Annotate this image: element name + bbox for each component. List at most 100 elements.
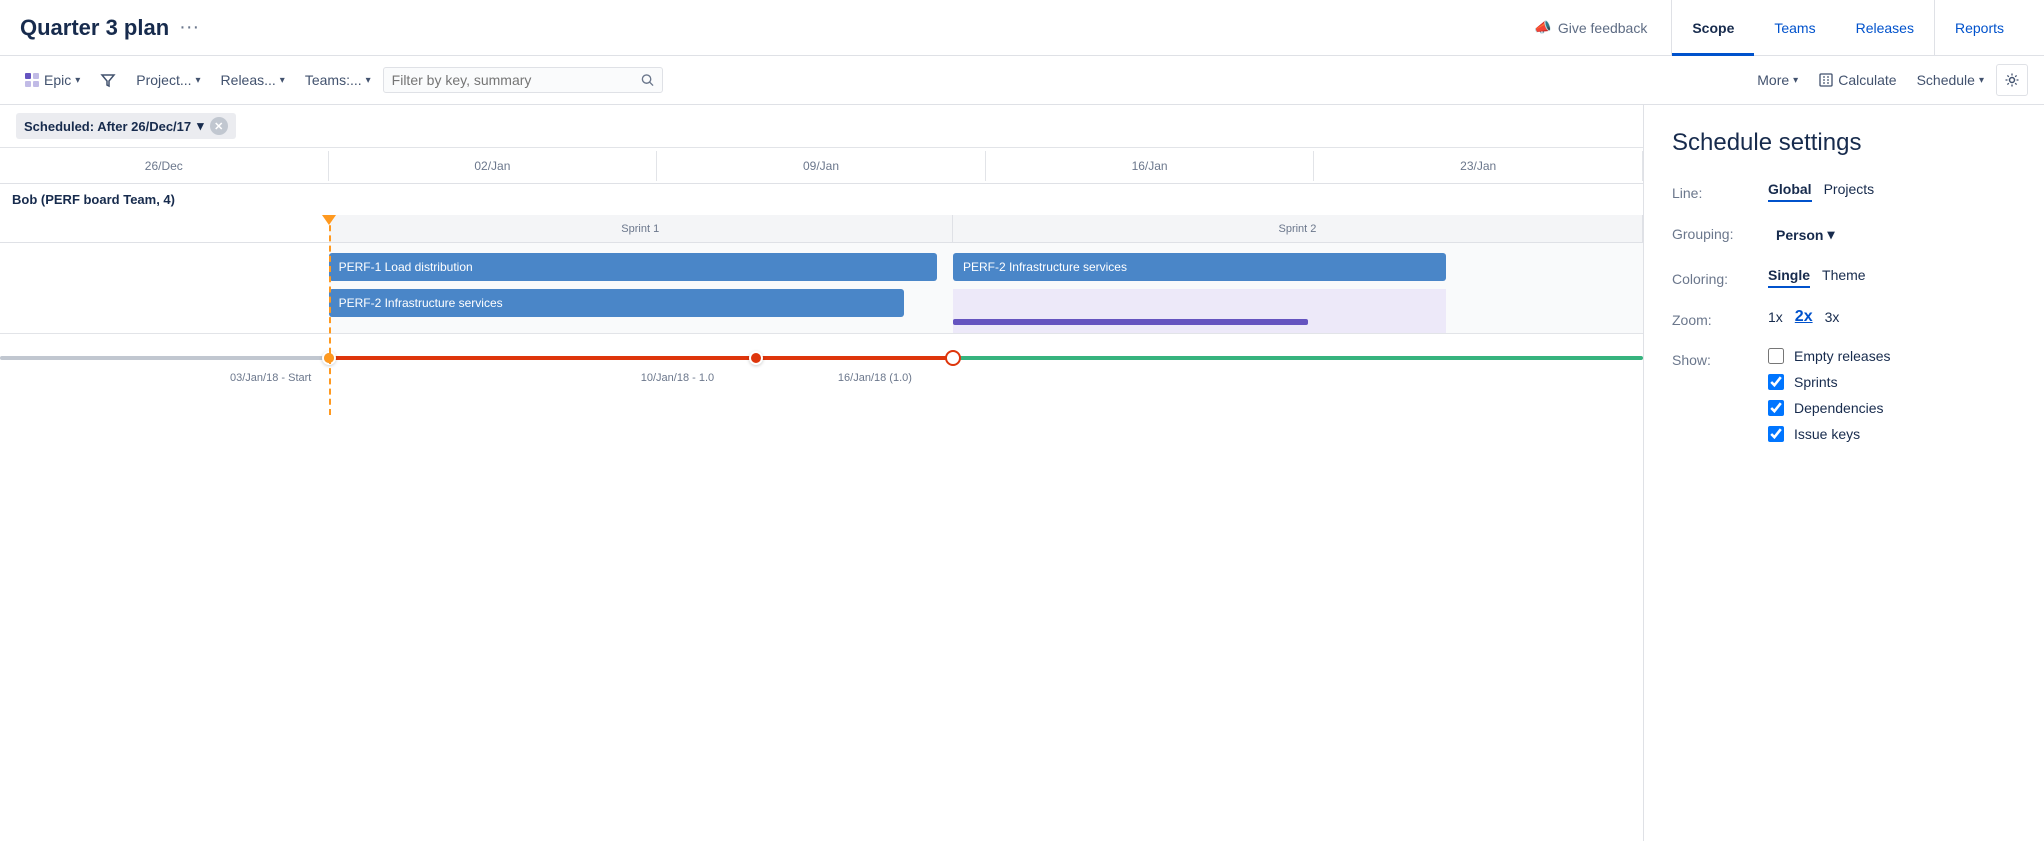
- line-label: Line:: [1672, 181, 1752, 201]
- velocity-red-track: [329, 356, 756, 360]
- zoom-1x-option[interactable]: 1x: [1768, 309, 1783, 325]
- releases-chevron-icon: ▾: [280, 75, 285, 86]
- tab-scope[interactable]: Scope: [1672, 0, 1754, 56]
- more-options-button[interactable]: ···: [179, 16, 199, 39]
- grouping-dropdown[interactable]: Person ▾: [1768, 222, 1843, 247]
- tab-releases[interactable]: Releases: [1836, 0, 1934, 56]
- releases-filter-button[interactable]: Releas... ▾: [213, 67, 293, 93]
- velocity-end-dot: [945, 350, 961, 366]
- filter-bar: Scheduled: After 26/Dec/17 ▾ ✕: [0, 105, 1643, 148]
- show-sprints-row: Sprints: [1768, 374, 1890, 390]
- filter-button[interactable]: [92, 67, 124, 93]
- active-filter-chip[interactable]: Scheduled: After 26/Dec/17 ▾ ✕: [16, 113, 236, 139]
- teams-filter-button[interactable]: Teams:... ▾: [297, 67, 379, 93]
- coloring-options: Single Theme: [1768, 267, 1866, 288]
- settings-zoom-row: Zoom: 1x 2x 3x: [1672, 308, 2016, 328]
- search-input[interactable]: [392, 72, 635, 88]
- main-layout: Scheduled: After 26/Dec/17 ▾ ✕ 26/Dec 02…: [0, 105, 2044, 841]
- coloring-label: Coloring:: [1672, 267, 1752, 287]
- filter-chip-close-button[interactable]: ✕: [210, 117, 228, 135]
- line-options: Global Projects: [1768, 181, 1874, 202]
- show-empty-releases-row: Empty releases: [1768, 348, 1890, 364]
- nav-tabs: Scope Teams Releases Reports: [1671, 0, 2024, 56]
- velocity-label-mid: 10/Jan/18 - 1.0: [641, 372, 714, 384]
- filter-icon: [100, 72, 116, 88]
- top-nav: Quarter 3 plan ··· 📣 Give feedback Scope…: [0, 0, 2044, 56]
- coloring-single-option[interactable]: Single: [1768, 267, 1810, 288]
- line-projects-option[interactable]: Projects: [1824, 181, 1875, 202]
- tab-teams[interactable]: Teams: [1754, 0, 1835, 56]
- show-sprints-checkbox[interactable]: [1768, 374, 1784, 390]
- show-empty-releases-label: Empty releases: [1794, 348, 1890, 364]
- settings-line-row: Line: Global Projects: [1672, 181, 2016, 202]
- calculate-button[interactable]: Calculate: [1810, 67, 1904, 93]
- team-label: Bob (PERF board Team, 4): [0, 184, 1643, 215]
- velocity-green-track: [953, 356, 1643, 360]
- date-col-3: 09/Jan: [657, 151, 986, 181]
- sprint1-section: Sprint 1: [329, 215, 953, 242]
- settings-coloring-row: Coloring: Single Theme: [1672, 267, 2016, 288]
- grouping-value: Person: [1776, 227, 1823, 243]
- more-button[interactable]: More ▾: [1749, 67, 1806, 93]
- feedback-label: Give feedback: [1558, 20, 1648, 36]
- project-filter-button[interactable]: Project... ▾: [128, 67, 208, 93]
- search-icon: [641, 73, 654, 87]
- date-col-2: 02/Jan: [329, 151, 658, 181]
- more-chevron-icon: ▾: [1793, 75, 1798, 86]
- teams-chevron-icon: ▾: [366, 75, 371, 86]
- timeline-header: 26/Dec 02/Jan 09/Jan 16/Jan 23/Jan: [0, 148, 1643, 184]
- settings-panel: Schedule settings Line: Global Projects …: [1644, 105, 2044, 841]
- filter-chip-arrow: ▾: [197, 118, 204, 134]
- sprint2-section: Sprint 2: [953, 215, 1643, 242]
- date-col-5: 23/Jan: [1314, 151, 1643, 181]
- velocity-label-end: 16/Jan/18 (1.0): [838, 372, 912, 384]
- coloring-theme-option[interactable]: Theme: [1822, 267, 1866, 288]
- zoom-options: 1x 2x 3x: [1768, 308, 1839, 326]
- perf1-label: PERF-1 Load distribution: [339, 260, 473, 274]
- epic-chevron-icon: ▾: [75, 75, 80, 86]
- settings-show-row: Show: Empty releases Sprints Dependencie…: [1672, 348, 2016, 452]
- gantt-content: Bob (PERF board Team, 4) Sprint 1 Sprint…: [0, 184, 1643, 413]
- toolbar: Epic ▾ Project... ▾ Releas... ▾ Teams:..…: [0, 56, 2044, 105]
- sprint-headers: Sprint 1 Sprint 2: [0, 215, 1643, 243]
- show-issue-keys-row: Issue keys: [1768, 426, 1890, 442]
- show-options: Empty releases Sprints Dependencies Issu…: [1768, 348, 1890, 452]
- show-sprints-label: Sprints: [1794, 374, 1838, 390]
- zoom-3x-option[interactable]: 3x: [1825, 309, 1840, 325]
- velocity-red-track2: [756, 356, 953, 360]
- zoom-label: Zoom:: [1672, 308, 1752, 328]
- bars-area: PERF-1 Load distribution PERF-2 Infrastr…: [0, 243, 1643, 333]
- show-dependencies-row: Dependencies: [1768, 400, 1890, 416]
- purple-bar: [953, 319, 1308, 325]
- settings-title: Schedule settings: [1672, 129, 2016, 157]
- schedule-chevron-icon: ▾: [1979, 75, 1984, 86]
- perf2-sprint2-label: PERF-2 Infrastructure services: [963, 260, 1127, 274]
- settings-button[interactable]: [1996, 64, 2028, 96]
- calculate-icon: [1818, 72, 1834, 88]
- feedback-button[interactable]: 📣 Give feedback: [1534, 19, 1647, 36]
- search-box: [383, 67, 663, 93]
- epic-view-button[interactable]: Epic ▾: [16, 67, 88, 93]
- gear-icon: [2004, 72, 2020, 88]
- perf2-bar-sprint1[interactable]: PERF-2 Infrastructure services: [329, 289, 904, 317]
- filter-chip-label: Scheduled: After 26/Dec/17: [24, 119, 191, 134]
- sprint2-label: Sprint 2: [1279, 223, 1317, 235]
- perf1-bar[interactable]: PERF-1 Load distribution: [329, 253, 937, 281]
- tab-reports[interactable]: Reports: [1934, 0, 2024, 56]
- epic-icon: [24, 72, 40, 88]
- zoom-2x-option[interactable]: 2x: [1795, 308, 1813, 326]
- show-label: Show:: [1672, 348, 1752, 368]
- show-dependencies-checkbox[interactable]: [1768, 400, 1784, 416]
- show-dependencies-label: Dependencies: [1794, 400, 1884, 416]
- show-issue-keys-checkbox[interactable]: [1768, 426, 1784, 442]
- feedback-icon: 📣: [1534, 19, 1551, 36]
- perf2-sprint1-label: PERF-2 Infrastructure services: [339, 296, 503, 310]
- velocity-area: 03/Jan/18 - Start 10/Jan/18 - 1.0 16/Jan…: [0, 333, 1643, 413]
- date-col-4: 16/Jan: [986, 151, 1315, 181]
- schedule-button[interactable]: Schedule ▾: [1909, 67, 1992, 93]
- line-global-option[interactable]: Global: [1768, 181, 1812, 202]
- show-empty-releases-checkbox[interactable]: [1768, 348, 1784, 364]
- velocity-gray-left: [0, 356, 329, 360]
- grouping-label: Grouping:: [1672, 222, 1752, 242]
- perf2-bar-sprint2[interactable]: PERF-2 Infrastructure services: [953, 253, 1446, 281]
